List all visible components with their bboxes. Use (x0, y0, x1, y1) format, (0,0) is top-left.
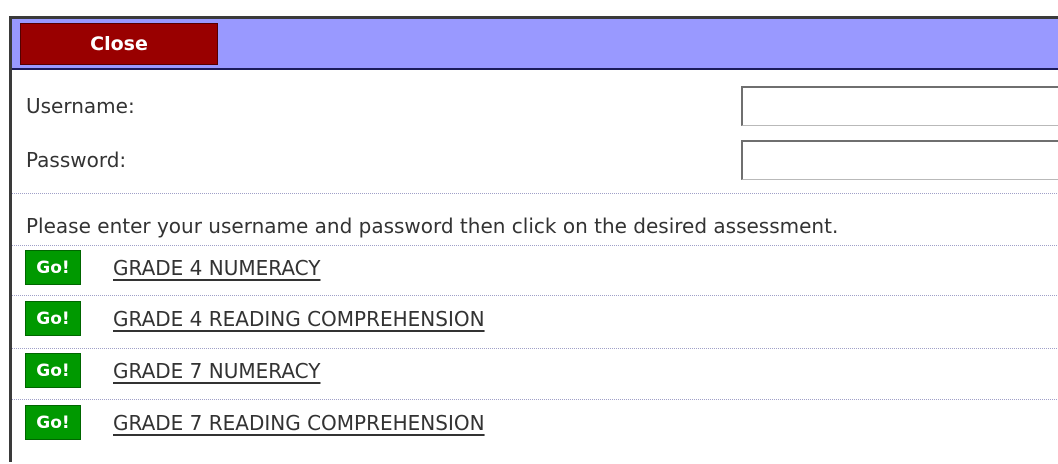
assessment-link[interactable]: GRADE 7 NUMERACY (113, 359, 320, 383)
row-divider (12, 245, 1058, 246)
go-button[interactable]: Go! (25, 250, 81, 285)
go-button[interactable]: Go! (25, 405, 81, 440)
username-row: Username: (12, 83, 1058, 129)
password-input[interactable] (741, 140, 1058, 180)
go-button[interactable]: Go! (25, 353, 81, 388)
assessment-link[interactable]: GRADE 7 READING COMPREHENSION (113, 411, 485, 435)
password-label: Password: (26, 148, 127, 172)
instructions-text: Please enter your username and password … (26, 214, 839, 238)
assessment-row: Go! GRADE 7 READING COMPREHENSION (12, 402, 1058, 449)
username-input[interactable] (741, 86, 1058, 126)
assessment-link[interactable]: GRADE 4 READING COMPREHENSION (113, 307, 485, 331)
row-divider (12, 295, 1058, 296)
assessment-link[interactable]: GRADE 4 NUMERACY (113, 256, 320, 280)
row-divider (12, 348, 1058, 349)
login-panel: Close Username: Password: Please enter y… (9, 16, 1058, 462)
assessment-row: Go! GRADE 4 READING COMPREHENSION (12, 298, 1058, 345)
go-button[interactable]: Go! (25, 301, 81, 336)
panel-header-bar: Close (12, 19, 1058, 70)
assessment-row: Go! GRADE 4 NUMERACY (12, 247, 1058, 294)
row-divider (12, 399, 1058, 400)
assessment-row: Go! GRADE 7 NUMERACY (12, 350, 1058, 397)
section-divider (12, 193, 1058, 194)
username-label: Username: (26, 94, 135, 118)
close-button[interactable]: Close (20, 23, 218, 65)
password-row: Password: (12, 137, 1058, 183)
